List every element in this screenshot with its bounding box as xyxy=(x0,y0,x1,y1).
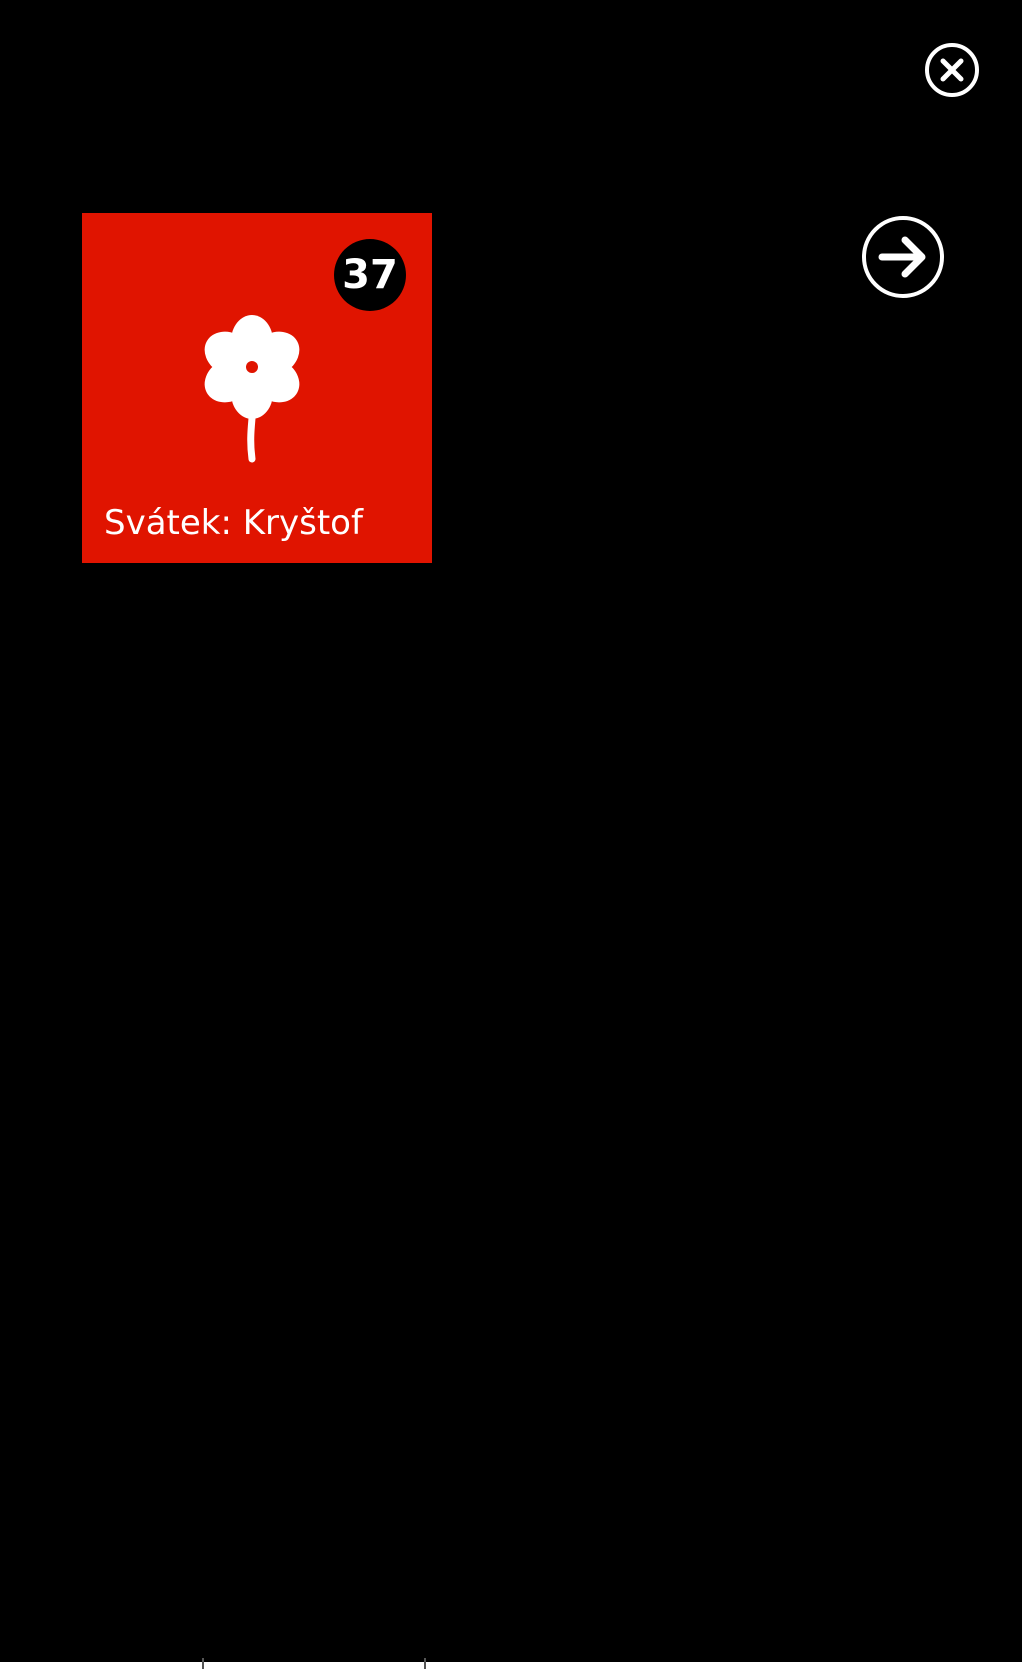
count-badge: 37 xyxy=(334,239,406,311)
tile-preview-screen: 37 Svátek: Kryštof xyxy=(0,0,1022,1662)
edge-mark xyxy=(424,1658,426,1669)
arrow-right-circle-icon xyxy=(862,216,944,298)
tile-label: Svátek: Kryštof xyxy=(104,503,363,543)
bottom-edge xyxy=(0,1662,1024,1669)
close-circle-icon xyxy=(925,43,979,97)
flower-icon xyxy=(204,315,300,463)
edge-mark xyxy=(202,1658,204,1669)
name-day-tile[interactable]: 37 Svátek: Kryštof xyxy=(82,213,432,563)
next-button[interactable] xyxy=(860,214,946,300)
close-button[interactable] xyxy=(924,42,980,98)
